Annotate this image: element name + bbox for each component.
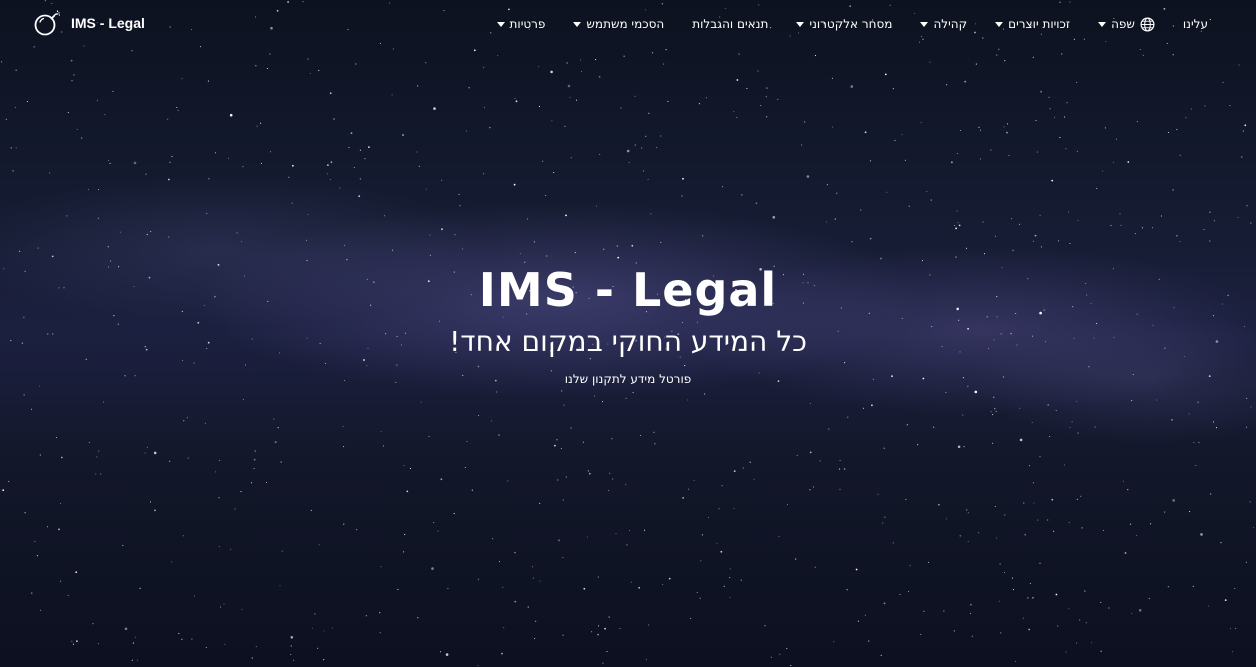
caret-down-icon bbox=[796, 21, 805, 27]
nav-item-label: תנאים והגבלות bbox=[692, 17, 769, 31]
nav-item-ecommerce[interactable]: מסחר אלקטרוני bbox=[782, 17, 906, 31]
nav-item-copyright[interactable]: זכויות יוצרים bbox=[981, 17, 1084, 31]
nav-links: עלינו שפה זכויות יוצרים קהילה מסחר אלקטר… bbox=[483, 0, 1222, 48]
nav-item-user-agreements[interactable]: הסכמי משתמש bbox=[559, 17, 678, 31]
caret-down-icon bbox=[920, 21, 929, 27]
caret-down-icon bbox=[496, 21, 505, 27]
nav-item-label: עלינו bbox=[1182, 17, 1208, 31]
nav-item-label: זכויות יוצרים bbox=[1008, 17, 1071, 31]
navbar: עלינו שפה זכויות יוצרים קהילה מסחר אלקטר… bbox=[0, 0, 1256, 48]
brand-link[interactable]: IMS - Legal bbox=[33, 9, 145, 37]
nav-item-language[interactable]: שפה bbox=[1084, 17, 1169, 32]
page: עלינו שפה זכויות יוצרים קהילה מסחר אלקטר… bbox=[0, 0, 1256, 667]
nav-item-label: קהילה bbox=[933, 17, 968, 31]
nav-item-about[interactable]: עלינו bbox=[1169, 17, 1222, 31]
caret-down-icon bbox=[1098, 21, 1107, 27]
brand-title: IMS - Legal bbox=[71, 15, 145, 31]
caret-down-icon bbox=[573, 21, 582, 27]
nav-item-label: שפה bbox=[1111, 17, 1135, 31]
nav-item-label: הסכמי משתמש bbox=[586, 17, 665, 31]
hero-caption: פורטל מידע לתקנון שלנו bbox=[564, 372, 692, 386]
nav-item-label: פרטיות bbox=[509, 17, 546, 31]
nav-item-privacy[interactable]: פרטיות bbox=[483, 17, 560, 31]
bomb-icon bbox=[34, 10, 60, 36]
hero-title: IMS - Legal bbox=[478, 263, 778, 317]
nav-item-label: מסחר אלקטרוני bbox=[809, 17, 893, 31]
hero-subtitle: כל המידע החוקי במקום אחד! bbox=[449, 325, 807, 358]
nav-item-community[interactable]: קהילה bbox=[906, 17, 981, 31]
globe-icon bbox=[1140, 17, 1155, 31]
nav-item-terms[interactable]: תנאים והגבלות bbox=[678, 17, 782, 31]
caret-down-icon bbox=[995, 21, 1004, 27]
hero: IMS - Legal כל המידע החוקי במקום אחד! פו… bbox=[0, 262, 1256, 388]
